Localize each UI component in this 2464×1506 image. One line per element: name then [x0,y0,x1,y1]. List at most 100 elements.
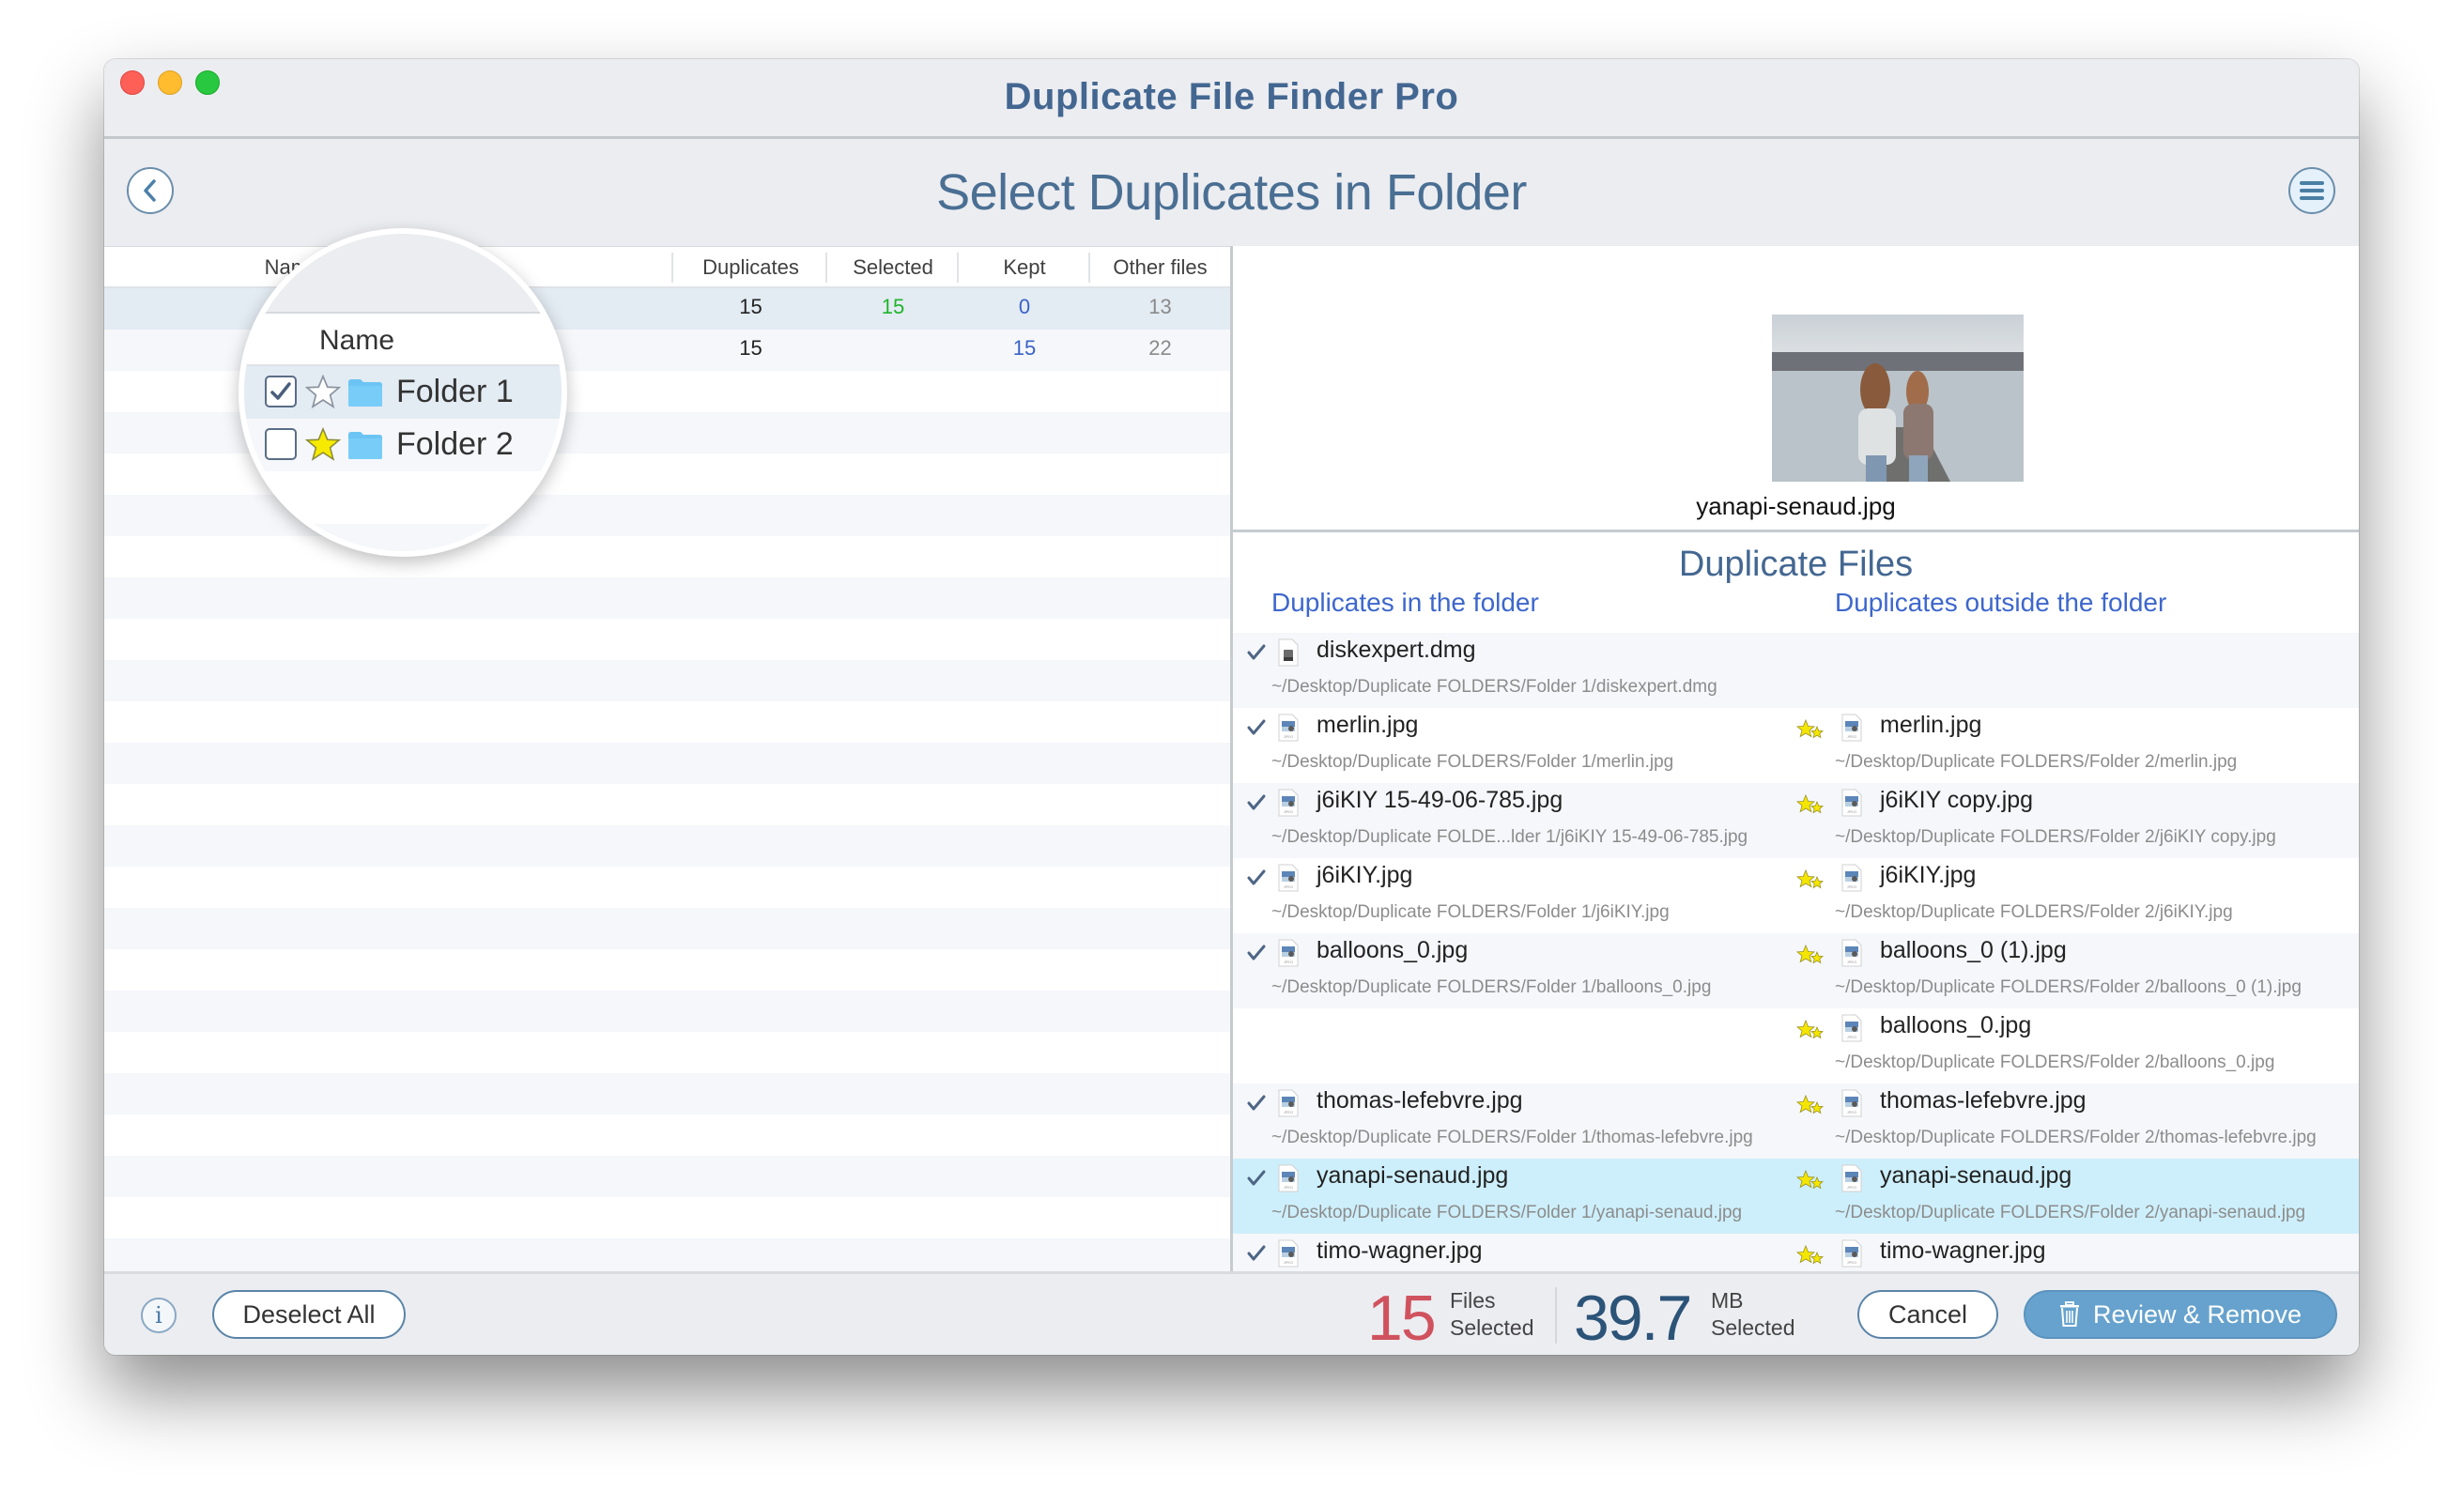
column-header-selected[interactable]: Selected [827,247,959,287]
in-folder-file[interactable]: JPEG j6iKIY 15-49-06-785.jpg ~/Desktop/Dup… [1233,783,1778,858]
keep-stars-icon [1796,868,1825,889]
jpeg-file-icon: JPEG [1841,1239,1862,1268]
outside-folder-file[interactable]: JPEG thomas-lefebvre.jpg ~/Desktop/Duplica… [1796,1083,2341,1159]
file-name: thomas-lefebvre.jpg [1880,1087,2087,1114]
cancel-button[interactable]: Cancel [1857,1290,1998,1339]
empty-table-row [104,743,1230,784]
jpeg-file-icon: JPEG [1841,864,1862,892]
svg-text:JPEG: JPEG [1847,1260,1856,1265]
file-path: ~/Desktop/Duplicate FOLDERS/Folder 2/j6i… [1835,902,2233,922]
in-folder-file[interactable]: JPEG j6iKIY.jpg ~/Desktop/Duplicate FOLDER… [1233,858,1778,933]
jpeg-file-icon: JPEG [1841,1164,1862,1192]
svg-text:JPEG: JPEG [1847,1035,1856,1039]
svg-text:JPEG: JPEG [1847,884,1856,889]
jpeg-file-icon: JPEG [1278,939,1299,967]
checkmark-icon[interactable] [1246,642,1267,663]
column-header-duplicates[interactable]: Duplicates [674,247,827,287]
folder-1-checkbox[interactable] [265,376,297,407]
app-window: Duplicate File Finder Pro Select Duplica… [104,59,2359,1355]
file-name: diskexpert.dmg [1317,637,1476,663]
file-name: j6iKIY.jpg [1317,862,1413,888]
jpeg-file-icon: JPEG [1841,1089,1862,1117]
files-label-line-1: Files [1450,1288,1496,1313]
checkmark-icon[interactable] [1246,717,1267,738]
file-path: ~/Desktop/Duplicate FOLDERS/Folder 1/mer… [1271,752,1674,772]
in-folder-file[interactable]: JPEGtimo-wagner.jpg~/Desktop/Duplicate F… [1233,1234,1778,1271]
jpeg-file-icon: JPEG [1841,714,1862,742]
jpeg-file-icon: JPEG [1278,1239,1299,1268]
checkmark-icon[interactable] [1246,792,1267,813]
checkmark-icon[interactable] [1246,943,1267,963]
file-name: yanapi-senaud.jpg [1880,1162,2072,1189]
folder-2-name: Folder 2 [396,426,514,462]
outside-folder-file[interactable]: JPEG balloons_0.jpg ~/Desktop/Duplicate FO… [1796,1008,2341,1083]
outside-folder-file[interactable]: JPEGtimo-wagner.jpg~/Desktop/Duplicate F… [1796,1234,2341,1271]
duplicate-file-row[interactable]: JPEG j6iKIY.jpg ~/Desktop/Duplicate FOLDER… [1233,858,2359,933]
file-path: ~/Desktop/Duplicate FOLDE...lder 1/j6iKI… [1271,827,1748,847]
jpeg-file-icon: JPEG [1278,864,1299,892]
magnified-row-folder-1[interactable]: Folder 1 [244,366,562,419]
star-filled-icon[interactable] [305,426,341,462]
outside-folder-file[interactable]: JPEG j6iKIY copy.jpg ~/Desktop/Duplicate F… [1796,783,2341,858]
duplicate-file-row[interactable]: JPEG j6iKIY 15-49-06-785.jpg ~/Desktop/Dup… [1233,783,2359,858]
outside-folder-file[interactable]: JPEG yanapi-senaud.jpg ~/Desktop/Duplicate… [1796,1159,2341,1234]
svg-text:JPEG: JPEG [1284,1185,1293,1190]
jpeg-file-icon: JPEG [1841,1014,1862,1042]
duplicate-files-title: Duplicate Files [1678,545,1914,584]
duplicate-file-row[interactable]: JPEG yanapi-senaud.jpg ~/Desktop/Duplicate… [1233,1159,2359,1234]
outside-folder-file[interactable]: JPEG merlin.jpg ~/Desktop/Duplicate FOLDER… [1796,708,2341,783]
checkmark-icon[interactable] [1246,1093,1267,1114]
menu-button[interactable] [2288,167,2335,214]
svg-text:JPEG: JPEG [1847,734,1856,739]
in-folder-file[interactable]: JPEG merlin.jpg ~/Desktop/Duplicate FOLDER… [1233,708,1778,783]
checkmark-icon[interactable] [1246,868,1267,888]
in-folder-heading: Duplicates in the folder [1271,588,1539,617]
duplicate-file-row[interactable]: JPEG thomas-lefebvre.jpg ~/Desktop/Duplica… [1233,1083,2359,1159]
jpeg-file-icon: JPEG [1278,789,1299,817]
duplicate-file-row[interactable]: diskexpert.dmg ~/Desktop/Duplicate FOLDER… [1233,633,2359,708]
in-folder-file[interactable]: JPEG balloons_0.jpg ~/Desktop/Duplicate FO… [1233,933,1778,1008]
empty-table-row [104,825,1230,867]
section-divider [1233,530,2359,532]
checkmark-icon[interactable] [1246,1168,1267,1189]
jpeg-file-icon: JPEG [1278,714,1299,742]
review-remove-button[interactable]: Review & Remove [2024,1290,2337,1339]
file-name: j6iKIY 15-49-06-785.jpg [1317,787,1563,813]
svg-text:JPEG: JPEG [1847,809,1856,814]
outside-folder-file[interactable]: JPEG j6iKIY.jpg ~/Desktop/Duplicate FOLDER… [1796,858,2341,933]
in-folder-file[interactable]: JPEG thomas-lefebvre.jpg ~/Desktop/Duplica… [1233,1083,1778,1159]
checkmark-icon[interactable] [1246,1243,1267,1264]
info-button[interactable]: i [141,1298,177,1333]
outside-folder-heading: Duplicates outside the folder [1835,588,2167,617]
folder-2-checkbox[interactable] [265,428,297,460]
in-folder-file[interactable]: diskexpert.dmg ~/Desktop/Duplicate FOLDER… [1233,633,1778,708]
svg-text:JPEG: JPEG [1847,1185,1856,1190]
review-remove-label: Review & Remove [2092,1299,2302,1329]
other-files-count: 13 [1148,295,1172,318]
file-name: balloons_0.jpg [1880,1012,2032,1038]
star-outline-icon[interactable] [305,374,341,409]
duplicate-file-row[interactable]: JPEG balloons_0.jpg ~/Desktop/Duplicate FO… [1233,1008,2359,1083]
svg-text:JPEG: JPEG [1284,734,1293,739]
file-name: merlin.jpg [1317,712,1419,738]
duplicate-file-row[interactable]: JPEG balloons_0.jpg ~/Desktop/Duplicate FO… [1233,933,2359,1008]
svg-text:JPEG: JPEG [1284,1110,1293,1114]
duplicates-count: 15 [739,336,762,360]
outside-folder-file[interactable]: JPEG balloons_0 (1).jpg ~/Desktop/Duplicat… [1796,933,2341,1008]
empty-table-row [104,1073,1230,1114]
preview-photo [1772,315,2024,482]
in-folder-file[interactable]: JPEG yanapi-senaud.jpg ~/Desktop/Duplicate… [1233,1159,1778,1234]
column-header-kept[interactable]: Kept [959,247,1090,287]
magnified-name-header: Name [319,325,395,356]
file-name: yanapi-senaud.jpg [1317,1162,1509,1189]
file-path: ~/Desktop/Duplicate FOLDERS/Folder 1/yan… [1271,1203,1743,1222]
file-path: ~/Desktop/Duplicate FOLDERS/Folder 1/j6i… [1271,902,1670,922]
duplicate-file-row[interactable]: JPEGtimo-wagner.jpg~/Desktop/Duplicate F… [1233,1234,2359,1271]
empty-table-row [104,619,1230,660]
deselect-all-button[interactable]: Deselect All [212,1290,406,1339]
empty-table-row [104,949,1230,991]
magnified-row-folder-2[interactable]: Folder 2 [244,419,562,471]
column-header-other-files[interactable]: Other files [1090,247,1230,287]
duplicate-file-row[interactable]: JPEG merlin.jpg ~/Desktop/Duplicate FOLDER… [1233,708,2359,783]
footer-bar: i Deselect All 15 Files Selected 39.7 MB… [104,1271,2359,1355]
